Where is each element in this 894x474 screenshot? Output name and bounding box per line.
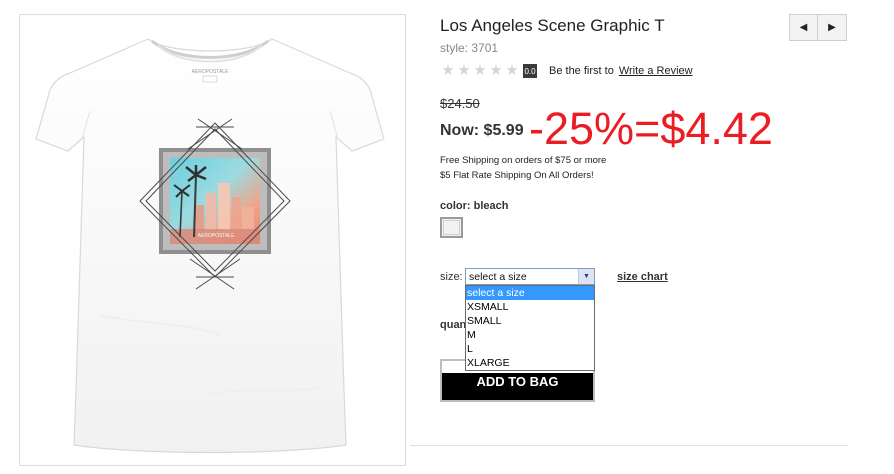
original-price: $24.50 — [440, 96, 480, 111]
quantity-label: quan — [440, 319, 467, 331]
review-prompt: Be the first to — [549, 65, 614, 77]
size-select-value: select a size — [469, 270, 527, 283]
add-to-bag-label: ADD TO BAG — [476, 374, 559, 389]
star-icon: ★ — [505, 62, 519, 79]
product-style-number: style: 3701 — [440, 41, 499, 55]
svg-text:AEROPOSTALE: AEROPOSTALE — [198, 233, 236, 239]
free-shipping-text: Free Shipping on orders of $75 or more — [440, 155, 607, 166]
size-option-l[interactable]: L — [466, 342, 594, 356]
size-option-xlarge[interactable]: XLARGE — [466, 356, 594, 370]
size-chart-link[interactable]: size chart — [617, 271, 668, 283]
svg-text:AEROPOSTALE: AEROPOSTALE — [192, 69, 230, 75]
tshirt-graphic: AEROPOSTALE AEROPOSTALE — [35, 38, 385, 454]
shipping-info: Free Shipping on orders of $75 or more $… — [440, 153, 606, 183]
size-label: size: — [440, 271, 463, 283]
previous-product-button[interactable]: ◀ — [789, 14, 818, 41]
color-swatch-bleach[interactable] — [440, 217, 463, 238]
sale-price: Now: $5.99 — [440, 122, 524, 139]
size-option-m[interactable]: M — [466, 328, 594, 342]
flat-rate-shipping-text: $5 Flat Rate Shipping On All Orders! — [440, 170, 594, 181]
triangle-left-icon: ◀ — [799, 22, 808, 33]
chevron-down-icon[interactable]: ▼ — [578, 269, 594, 284]
product-image[interactable]: AEROPOSTALE AEROPOSTALE — [19, 14, 406, 466]
rating-row: ★ ★ ★ ★ ★ 0.0 Be the first to Write a Re… — [440, 63, 693, 79]
size-select[interactable]: select a size ▼ — [465, 268, 595, 285]
star-icon: ★ — [457, 62, 471, 79]
triangle-right-icon: ▶ — [828, 22, 836, 33]
next-product-button[interactable]: ▶ — [818, 14, 847, 41]
size-option-xsmall[interactable]: XSMALL — [466, 300, 594, 314]
size-dropdown-list: select a size XSMALL SMALL M L XLARGE — [465, 285, 595, 371]
star-rating: ★ ★ ★ ★ ★ — [440, 63, 520, 79]
color-label: color: bleach — [440, 200, 509, 212]
section-divider — [410, 445, 848, 446]
size-option-small[interactable]: SMALL — [466, 314, 594, 328]
discount-annotation: -25%=$4.42 — [529, 103, 773, 154]
size-option-placeholder[interactable]: select a size — [466, 286, 594, 300]
rating-score: 0.0 — [523, 64, 537, 78]
star-icon: ★ — [441, 62, 455, 79]
write-review-link[interactable]: Write a Review — [619, 65, 693, 77]
star-icon: ★ — [473, 62, 487, 79]
star-icon: ★ — [489, 62, 503, 79]
product-navigation: ◀ ▶ — [789, 14, 847, 41]
product-title: Los Angeles Scene Graphic T — [440, 16, 665, 35]
